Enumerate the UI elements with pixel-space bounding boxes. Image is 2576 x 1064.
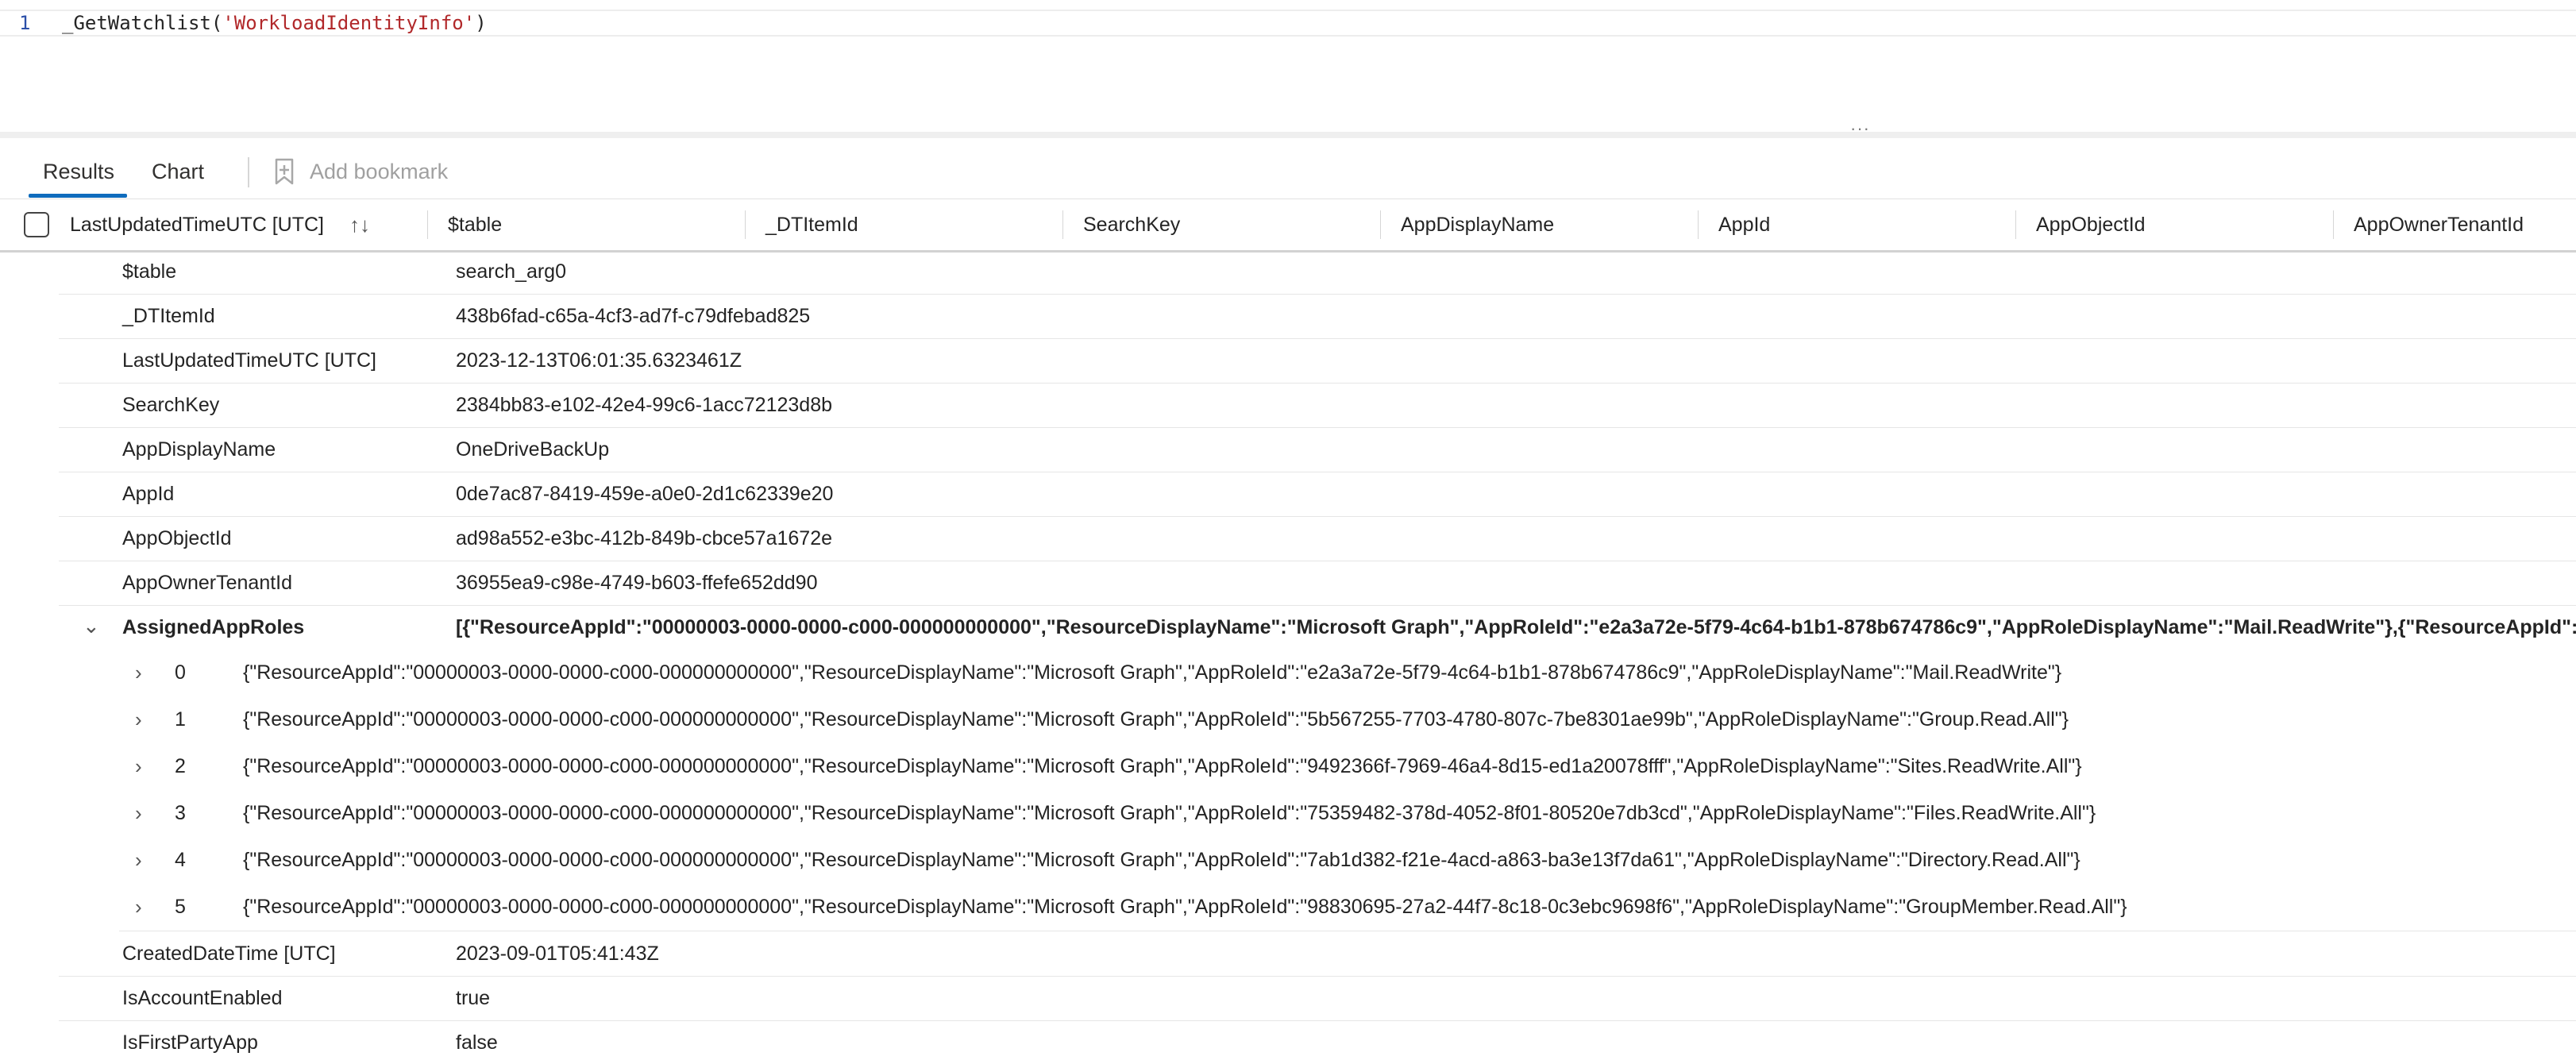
chevron-right-icon[interactable]: › [135, 837, 142, 884]
detail-field-name: IsFirstPartyApp [122, 1031, 258, 1054]
detail-field-name: $table [122, 260, 177, 283]
detail-field-value: false [456, 1031, 498, 1054]
add-bookmark-label: Add bookmark [310, 160, 449, 183]
detail-row: IsFirstPartyApp false [59, 1020, 2576, 1064]
array-index: 3 [175, 802, 186, 824]
array-item-value: {"ResourceAppId":"00000003-0000-0000-c00… [243, 755, 2082, 777]
detail-row: SearchKey 2384bb83-e102-42e4-99c6-1acc72… [59, 383, 2576, 428]
array-item-row: › 3 {"ResourceAppId":"00000003-0000-0000… [119, 790, 2576, 837]
column-header-searchkey[interactable]: SearchKey [1083, 199, 1180, 250]
column-header-table[interactable]: $table [448, 199, 502, 250]
detail-field-value: search_arg0 [456, 260, 566, 283]
chevron-right-icon[interactable]: › [135, 790, 142, 837]
toolbar-divider [248, 157, 249, 187]
array-item-value: {"ResourceAppId":"00000003-0000-0000-c00… [243, 708, 2069, 731]
detail-field-name: AssignedAppRoles [122, 616, 305, 638]
detail-field-name: AppId [122, 483, 175, 505]
detail-field-value: OneDriveBackUp [456, 438, 610, 461]
column-header-appobjectid[interactable]: AppObjectId [2036, 199, 2146, 250]
column-header-appownertenantid[interactable]: AppOwnerTenantId [2354, 199, 2524, 250]
detail-field-value: 0de7ac87-8419-459e-a0e0-2d1c62339e20 [456, 483, 834, 505]
column-header-dtitemid[interactable]: _DTItemId [765, 199, 858, 250]
detail-field-value: 2023-09-01T05:41:43Z [456, 943, 659, 965]
detail-field-value: [{"ResourceAppId":"00000003-0000-0000-c0… [456, 616, 2576, 638]
detail-row: LastUpdatedTimeUTC [UTC] 2023-12-13T06:0… [59, 338, 2576, 384]
detail-row: AppId 0de7ac87-8419-459e-a0e0-2d1c62339e… [59, 472, 2576, 517]
code-string-literal: 'WorkloadIdentityInfo' [222, 12, 476, 34]
array-item-row: › 4 {"ResourceAppId":"00000003-0000-0000… [119, 837, 2576, 884]
column-header-appid[interactable]: AppId [1718, 199, 1770, 250]
column-header-lastupdatedtimeutc[interactable]: LastUpdatedTimeUTC [UTC] [70, 199, 324, 250]
active-tab-indicator [29, 194, 127, 198]
detail-field-name: AppDisplayName [122, 438, 276, 461]
line-number: 1 [19, 12, 31, 34]
array-item-value: {"ResourceAppId":"00000003-0000-0000-c00… [243, 661, 2062, 684]
code-paren: ) [475, 12, 487, 34]
detail-field-name: AppObjectId [122, 527, 232, 549]
array-item-value: {"ResourceAppId":"00000003-0000-0000-c00… [243, 802, 2096, 824]
bookmark-add-icon [275, 158, 294, 185]
pane-splitter[interactable] [0, 132, 2576, 138]
detail-field-value: 2023-12-13T06:01:35.6323461Z [456, 349, 742, 372]
detail-field-name: LastUpdatedTimeUTC [UTC] [122, 349, 376, 372]
detail-row: AppObjectId ad98a552-e3bc-412b-849b-cbce… [59, 516, 2576, 561]
query-editor[interactable]: 1 _GetWatchlist('WorkloadIdentityInfo') … [0, 0, 2576, 137]
sort-icon[interactable]: ↑↓ [349, 199, 370, 250]
detail-row: CreatedDateTime [UTC] 2023-09-01T05:41:4… [59, 931, 2576, 977]
record-detail-panel: $table search_arg0 _DTItemId 438b6fad-c6… [0, 249, 2576, 1064]
detail-row: $table search_arg0 [59, 249, 2576, 295]
column-resize-handle[interactable] [427, 210, 428, 239]
chevron-right-icon[interactable]: › [135, 743, 142, 790]
detail-row: AppDisplayName OneDriveBackUp [59, 427, 2576, 472]
array-item-value: {"ResourceAppId":"00000003-0000-0000-c00… [243, 896, 2127, 918]
array-item-value: {"ResourceAppId":"00000003-0000-0000-c00… [243, 849, 2080, 871]
select-all-checkbox[interactable] [24, 212, 49, 237]
detail-field-name: _DTItemId [122, 305, 215, 327]
detail-field-value: 438b6fad-c65a-4cf3-ad7f-c79dfebad825 [456, 305, 811, 327]
array-index: 1 [175, 708, 186, 731]
detail-field-value: ad98a552-e3bc-412b-849b-cbce57a1672e [456, 527, 833, 549]
array-item-row: › 1 {"ResourceAppId":"00000003-0000-0000… [119, 696, 2576, 743]
chevron-down-icon[interactable]: ⌄ [83, 603, 100, 648]
column-resize-handle[interactable] [745, 210, 746, 239]
detail-field-value: 2384bb83-e102-42e4-99c6-1acc72123d8b [456, 394, 833, 416]
array-item-row: › 0 {"ResourceAppId":"00000003-0000-0000… [119, 650, 2576, 696]
detail-row: AppOwnerTenantId 36955ea9-c98e-4749-b603… [59, 561, 2576, 606]
code-function: _GetWatchlist( [62, 12, 223, 34]
array-index: 2 [175, 755, 186, 777]
chevron-right-icon[interactable]: › [135, 650, 142, 696]
column-header-appdisplayname[interactable]: AppDisplayName [1401, 199, 1554, 250]
array-index: 0 [175, 661, 186, 684]
detail-row: _DTItemId 438b6fad-c65a-4cf3-ad7f-c79dfe… [59, 294, 2576, 339]
query-code[interactable]: _GetWatchlist('WorkloadIdentityInfo') [62, 11, 487, 35]
detail-row: IsAccountEnabled true [59, 976, 2576, 1021]
column-resize-handle[interactable] [2333, 210, 2334, 239]
column-resize-handle[interactable] [1062, 210, 1063, 239]
detail-field-name: CreatedDateTime [UTC] [122, 943, 336, 965]
detail-field-name: AppOwnerTenantId [122, 572, 293, 594]
column-resize-handle[interactable] [1380, 210, 1381, 239]
array-item-row: › 5 {"ResourceAppId":"00000003-0000-0000… [119, 884, 2576, 931]
tab-results[interactable]: Results [43, 156, 114, 187]
results-tabbar: Results Chart Add bookmark [0, 138, 2576, 198]
array-item-row: › 2 {"ResourceAppId":"00000003-0000-0000… [119, 743, 2576, 790]
chevron-right-icon[interactable]: › [135, 696, 142, 743]
detail-field-value: 36955ea9-c98e-4749-b603-ffefe652dd90 [456, 572, 818, 594]
detail-field-name: SearchKey [122, 394, 220, 416]
array-index: 5 [175, 896, 186, 918]
tab-chart[interactable]: Chart [152, 156, 204, 187]
column-resize-handle[interactable] [1698, 210, 1699, 239]
detail-row-assignedapproles: ⌄ AssignedAppRoles [{"ResourceAppId":"00… [59, 605, 2576, 650]
chevron-right-icon[interactable]: › [135, 884, 142, 931]
column-resize-handle[interactable] [2015, 210, 2016, 239]
detail-field-name: IsAccountEnabled [122, 987, 283, 1009]
detail-field-value: true [456, 987, 491, 1009]
results-grid-header: LastUpdatedTimeUTC [UTC] ↑↓ $table _DTIt… [0, 199, 2576, 253]
array-index: 4 [175, 849, 186, 871]
